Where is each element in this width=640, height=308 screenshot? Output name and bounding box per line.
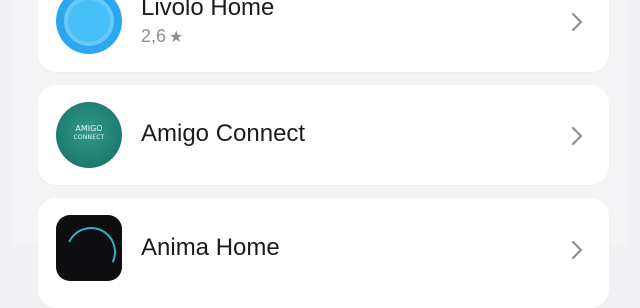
livolo-icon-ring: [64, 0, 114, 46]
app-list-item-anima-home[interactable]: Anima Home: [38, 198, 609, 308]
chevron-right-icon: [571, 12, 583, 32]
app-list-item-amigo-connect[interactable]: AMIGO CONNECT Amigo Connect: [38, 85, 609, 185]
app-rating: 2,6 ★: [141, 26, 183, 47]
anima-icon-arc: [58, 219, 122, 281]
amigo-icon-text: AMIGO CONNECT: [56, 124, 122, 142]
chevron-right-icon: [571, 240, 583, 260]
app-name: Livolo Home: [141, 0, 275, 21]
anima-app-icon: [56, 215, 122, 281]
rating-value: 2,6: [141, 26, 167, 46]
livolo-app-icon: [56, 0, 122, 54]
app-name: Amigo Connect: [141, 120, 306, 147]
star-icon: ★: [169, 29, 184, 46]
amigo-icon-text-bottom: CONNECT: [73, 134, 105, 141]
chevron-right-icon: [571, 126, 583, 146]
amigo-icon-text-top: AMIGO: [75, 124, 103, 133]
app-list-item-livolo[interactable]: Livolo Home 2,6 ★: [38, 0, 609, 72]
amigo-connect-app-icon: AMIGO CONNECT: [56, 102, 122, 168]
app-list-screen: Livolo Home 2,6 ★ AMIGO CONNECT Amigo Con…: [12, 0, 628, 308]
app-name: Anima Home: [141, 234, 280, 261]
